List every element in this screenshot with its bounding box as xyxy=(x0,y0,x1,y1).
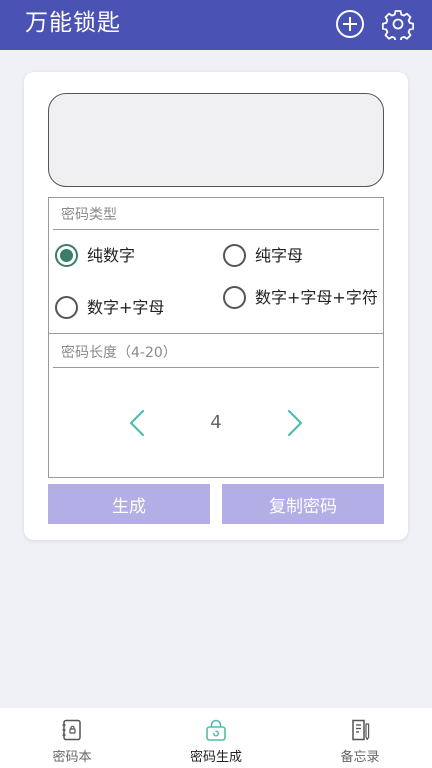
tab-password-generate[interactable]: 密码生成 xyxy=(144,708,288,768)
tab-memo[interactable]: 备忘录 xyxy=(288,708,432,768)
radio-label: 数字+字母+字符 xyxy=(255,287,378,307)
app-title: 万能锁匙 xyxy=(25,10,121,36)
radio-unchecked-icon xyxy=(223,244,246,267)
chevron-left-icon[interactable] xyxy=(127,408,147,438)
password-length-section: 密码长度（4-20） 4 xyxy=(48,333,384,478)
radio-label: 纯数字 xyxy=(87,245,136,265)
generate-button[interactable]: 生成 xyxy=(48,484,210,524)
radio-letters-only[interactable]: 纯字母 xyxy=(223,244,303,267)
gear-icon[interactable] xyxy=(382,8,414,40)
divider xyxy=(53,367,379,368)
plus-circle-icon[interactable] xyxy=(334,8,366,40)
radio-label: 数字+字母 xyxy=(87,297,165,317)
tab-label: 密码本 xyxy=(52,750,92,765)
tab-password-book[interactable]: 密码本 xyxy=(0,708,144,768)
radio-unchecked-icon xyxy=(223,286,246,309)
notebook-icon xyxy=(62,719,81,741)
radio-numbers-only[interactable]: 纯数字 xyxy=(55,244,135,267)
password-type-section: 密码类型 纯数字 纯字母 数字+字母 数字+字母+字符 xyxy=(48,197,384,334)
radio-numbers-letters-symbols[interactable]: 数字+字母+字符 xyxy=(223,286,385,309)
radio-checked-icon xyxy=(55,244,78,267)
chevron-right-icon[interactable] xyxy=(285,408,305,438)
bottom-tab-bar: 密码本 密码生成 备忘录 xyxy=(0,708,432,768)
password-output[interactable] xyxy=(48,93,384,187)
password-type-label: 密码类型 xyxy=(61,207,117,223)
copy-password-button[interactable]: 复制密码 xyxy=(222,484,384,524)
radio-unchecked-icon xyxy=(55,296,78,319)
divider xyxy=(53,229,379,230)
password-length-label: 密码长度（4-20） xyxy=(61,345,177,361)
radio-label: 纯字母 xyxy=(255,245,304,265)
tab-label: 备忘录 xyxy=(340,750,380,765)
radio-numbers-letters[interactable]: 数字+字母 xyxy=(55,296,164,319)
length-value: 4 xyxy=(210,412,222,433)
lock-icon xyxy=(206,719,226,741)
app-header: 万能锁匙 xyxy=(0,0,432,50)
memo-icon xyxy=(352,719,370,741)
tab-label: 密码生成 xyxy=(189,750,242,765)
